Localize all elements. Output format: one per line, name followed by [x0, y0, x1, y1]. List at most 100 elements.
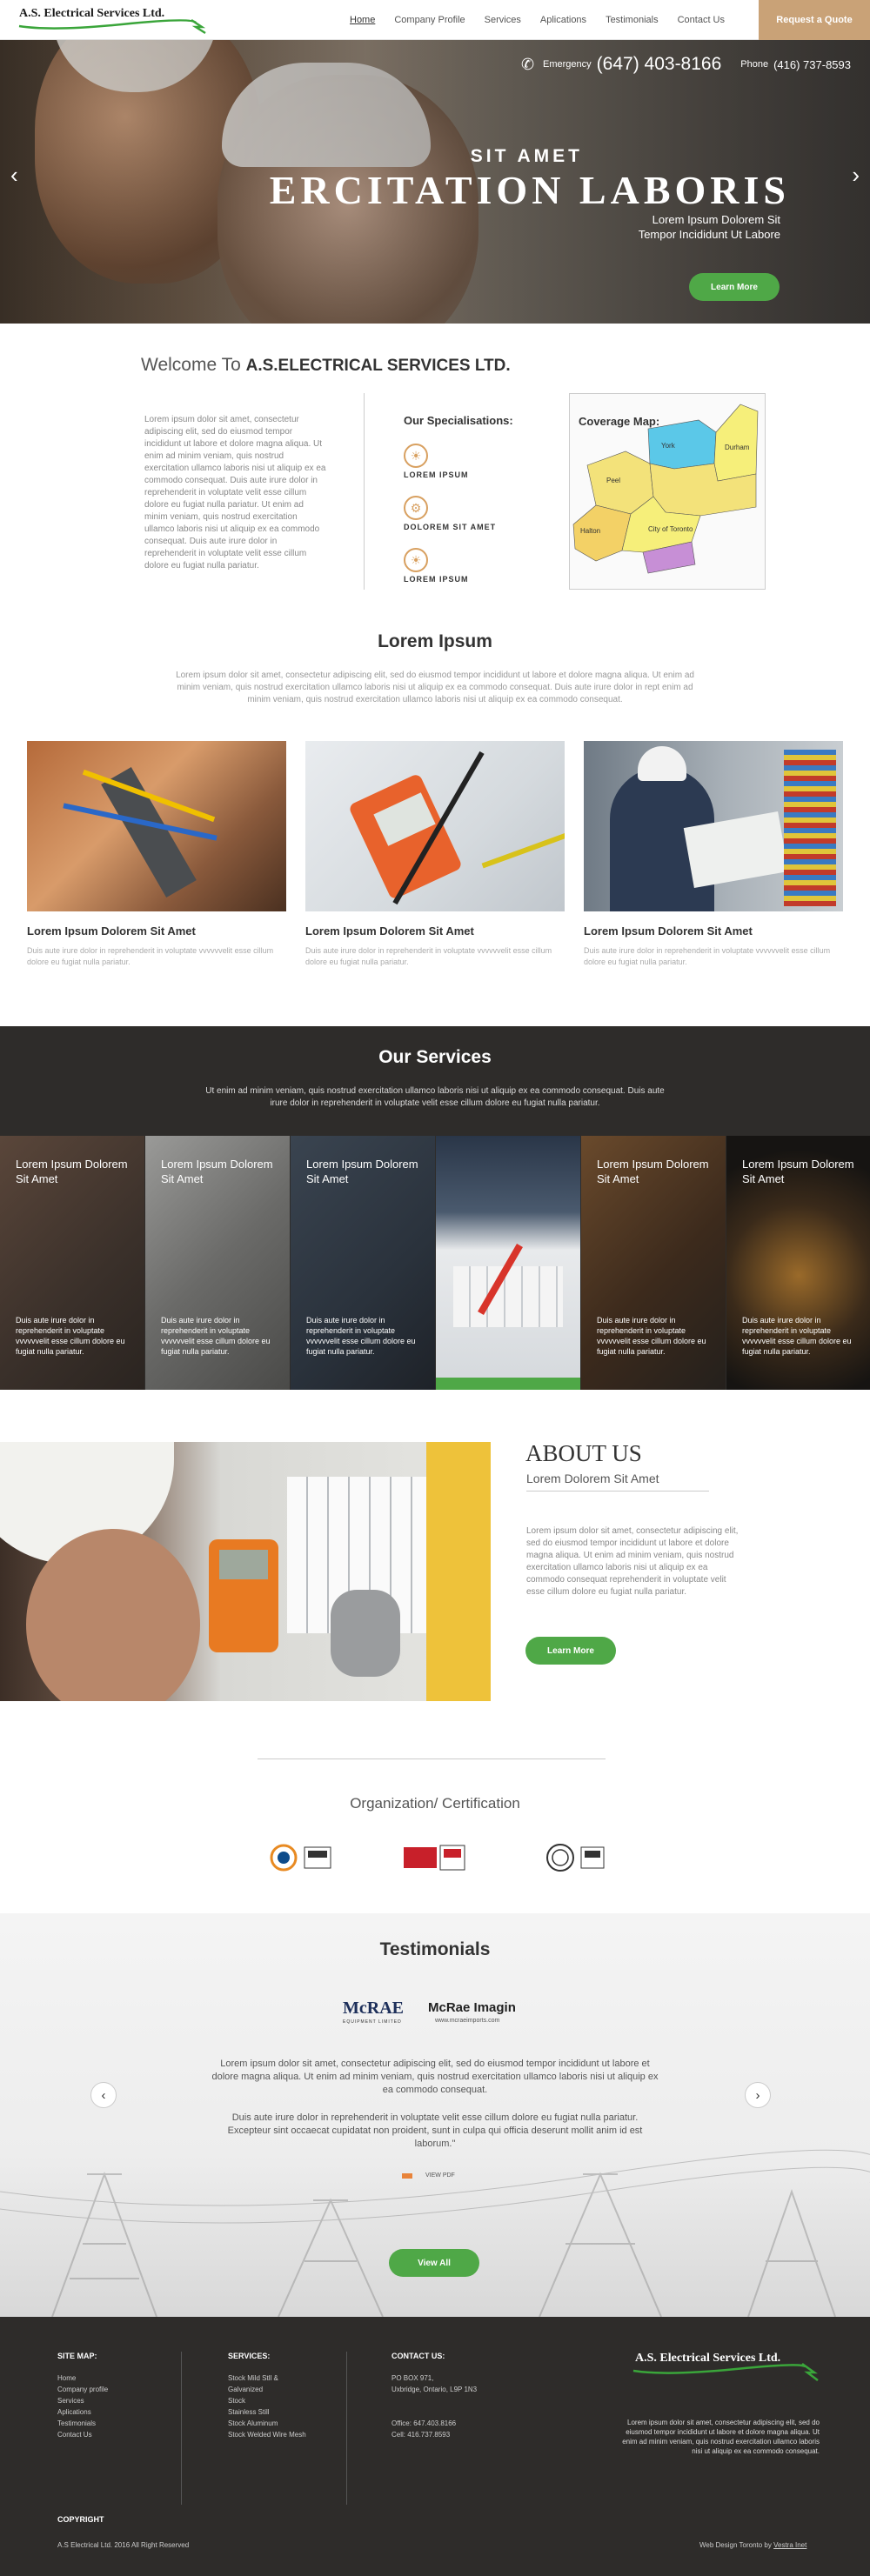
- service-tile[interactable]: Lorem Ipsum Dolorem Sit Amet Duis aute i…: [0, 1136, 144, 1390]
- cert-logo-registered: [541, 1840, 611, 1875]
- testimonials-title: Testimonials: [379, 1939, 491, 1959]
- specialisation-label: LOREM IPSUM: [404, 575, 469, 584]
- lorem-section-title: Lorem Ipsum: [378, 631, 492, 651]
- footer-link-contact[interactable]: Contact Us: [57, 2429, 108, 2440]
- service-text: Duis aute irure dolor in reprehenderit i…: [161, 1316, 271, 1356]
- gear-bulb-icon: ⚙: [404, 496, 428, 520]
- service-tile[interactable]: Lorem Ipsum Dolorem Sit Amet Duis aute i…: [726, 1136, 870, 1390]
- footer-office-phone[interactable]: Office: 647.403.8166: [392, 2418, 477, 2429]
- nav-services[interactable]: Services: [485, 15, 521, 25]
- footer-link-services[interactable]: Services: [57, 2395, 108, 2406]
- cert-logo-iso: [270, 1840, 339, 1875]
- footer-service-link[interactable]: Galvanized: [228, 2384, 306, 2395]
- hero-next-arrow-icon[interactable]: ›: [852, 162, 860, 189]
- footer-link-applications[interactable]: Aplications: [57, 2406, 108, 2418]
- card-title: Lorem Ipsum Dolorem Sit Amet: [584, 924, 753, 938]
- footer-link-company-profile[interactable]: Company profile: [57, 2384, 108, 2395]
- project-card[interactable]: Lorem Ipsum Dolorem Sit Amet Duis aute i…: [27, 741, 286, 968]
- footer: SITE MAP: Home Company profile Services …: [0, 2317, 870, 2576]
- service-active-bar: [436, 1378, 580, 1390]
- specialisation-item: ⚙ DOLOREM SIT AMET: [404, 496, 534, 531]
- welcome-title: Welcome To A.S.ELECTRICAL SERVICES LTD.: [141, 355, 511, 376]
- client-logo-mcrae-sub: EQUIPMENT LIMITED: [343, 2019, 402, 2025]
- header: A.S. Electrical Services Ltd. Home Compa…: [0, 0, 870, 40]
- testimonial-next-arrow-icon[interactable]: ›: [745, 2082, 771, 2108]
- service-title: Lorem Ipsum Dolorem Sit Amet: [161, 1158, 273, 1185]
- service-tile-active[interactable]: [436, 1136, 580, 1390]
- testimonial-quote-1: Lorem ipsum dolor sit amet, consectetur …: [211, 2059, 659, 2095]
- testimonial-prev-arrow-icon[interactable]: ‹: [90, 2082, 117, 2108]
- hero-slider: ✆ Emergency (647) 403-8166 Phone (416) 7…: [0, 40, 870, 324]
- footer-service-link[interactable]: Stainless Still: [228, 2406, 306, 2418]
- phone-number[interactable]: (416) 737-8593: [773, 58, 851, 71]
- services-paragraph: Ut enim ad minim veniam, quis nostrud ex…: [205, 1086, 665, 1108]
- footer-contact: CONTACT US: PO BOX 971, Uxbridge, Ontari…: [392, 2352, 477, 2440]
- lightbulb-icon: ☀: [404, 444, 428, 468]
- services-title: Our Services: [378, 1047, 492, 1067]
- project-card[interactable]: Lorem Ipsum Dolorem Sit Amet Duis aute i…: [305, 741, 565, 968]
- card-text: Duis aute irure dolor in reprehenderit i…: [27, 946, 274, 966]
- service-tile[interactable]: Lorem Ipsum Dolorem Sit Amet Duis aute i…: [145, 1136, 290, 1390]
- footer-cell-phone[interactable]: Cell: 416.737.8593: [392, 2429, 477, 2440]
- about-photo: [0, 1442, 491, 1701]
- footer-service-link[interactable]: Stock: [228, 2395, 306, 2406]
- hero-contact: ✆ Emergency (647) 403-8166 Phone (416) 7…: [521, 54, 851, 75]
- lightbulb-icon: ☀: [404, 548, 428, 572]
- lorem-section-paragraph: Lorem ipsum dolor sit amet, consectetur …: [176, 671, 694, 704]
- nav-home[interactable]: Home: [350, 15, 375, 25]
- footer-link-home[interactable]: Home: [57, 2372, 108, 2384]
- service-text: Duis aute irure dolor in reprehenderit i…: [16, 1316, 125, 1356]
- footer-divider: [346, 2352, 347, 2505]
- card-text: Duis aute irure dolor in reprehenderit i…: [305, 946, 552, 966]
- design-credit-link[interactable]: Vestra Inet: [773, 2541, 806, 2549]
- service-text: Duis aute irure dolor in reprehenderit i…: [597, 1316, 706, 1356]
- map-label-peel: Peel: [606, 477, 620, 484]
- hero-learn-more-button[interactable]: Learn More: [689, 273, 780, 301]
- phone-label: Phone: [740, 59, 769, 70]
- logo[interactable]: A.S. Electrical Services Ltd.: [18, 7, 206, 35]
- pdf-icon: [402, 2172, 412, 2179]
- project-card[interactable]: Lorem Ipsum Dolorem Sit Amet Duis aute i…: [584, 741, 843, 968]
- service-text: Duis aute irure dolor in reprehenderit i…: [306, 1316, 416, 1356]
- footer-services-title: SERVICES:: [228, 2352, 271, 2360]
- client-logo-mcrae-imagin: McRae Imagin: [428, 2000, 516, 2015]
- about-multimeter-screen: [219, 1550, 268, 1579]
- specialisation-item: ☀ LOREM IPSUM: [404, 548, 534, 584]
- nav-company-profile[interactable]: Company Profile: [394, 15, 465, 25]
- cert-badge-registered-icon: [546, 1844, 605, 1872]
- request-quote-button[interactable]: Request a Quote: [759, 0, 870, 40]
- service-tile[interactable]: Lorem Ipsum Dolorem Sit Amet Duis aute i…: [291, 1136, 435, 1390]
- hero-title: ERCITATION LABORIS: [269, 168, 790, 212]
- about-face: [26, 1529, 200, 1701]
- breaker-graphic: [453, 1266, 563, 1327]
- service-title: Lorem Ipsum Dolorem Sit Amet: [16, 1158, 128, 1185]
- footer-divider: [181, 2352, 182, 2505]
- service-tile[interactable]: Lorem Ipsum Dolorem Sit Amet Duis aute i…: [581, 1136, 726, 1390]
- hero-tagline-2: Tempor Incididunt Ut Labore: [638, 228, 780, 241]
- copyright-text: A.S Electrical Ltd. 2016 All Right Reser…: [57, 2541, 190, 2549]
- footer-logo[interactable]: A.S. Electrical Services Ltd.: [632, 2352, 819, 2381]
- card-photo-wire-stripper: [27, 741, 286, 911]
- footer-service-link[interactable]: Stock Welded Wire Mesh: [228, 2429, 306, 2440]
- view-pdf-link[interactable]: VIEW PDF: [402, 2172, 455, 2179]
- coverage-map-graphic: York Durham Peel Halton City of Toronto: [572, 404, 759, 574]
- hero-subtitle: SIT AMET: [470, 146, 583, 166]
- nav-applications[interactable]: Aplications: [540, 15, 586, 25]
- footer-link-testimonials[interactable]: Testimonials: [57, 2418, 108, 2429]
- emergency-phone[interactable]: (647) 403-8166: [597, 54, 722, 75]
- certification-title: Organization/ Certification: [350, 1795, 520, 1812]
- map-label-york: York: [661, 442, 676, 450]
- footer-sitemap: SITE MAP: Home Company profile Services …: [57, 2352, 108, 2440]
- map-label-durham: Durham: [725, 444, 750, 451]
- nav-contact-us[interactable]: Contact Us: [678, 15, 725, 25]
- nav-testimonials[interactable]: Testimonials: [606, 15, 659, 25]
- view-all-button[interactable]: View All: [389, 2249, 479, 2277]
- hero-tagline-1: Lorem Ipsum Dolorem Sit: [652, 213, 780, 226]
- specialisations-title: Our Specialisations:: [404, 414, 513, 427]
- service-title: Lorem Ipsum Dolorem Sit Amet: [597, 1158, 709, 1185]
- footer-service-link[interactable]: Stock Aluminum: [228, 2418, 306, 2429]
- about-learn-more-button[interactable]: Learn More: [525, 1637, 616, 1665]
- cert-logo-bureau: [402, 1840, 477, 1875]
- hero-prev-arrow-icon[interactable]: ‹: [10, 162, 18, 189]
- footer-service-link[interactable]: Stock Mild Stll &: [228, 2372, 306, 2384]
